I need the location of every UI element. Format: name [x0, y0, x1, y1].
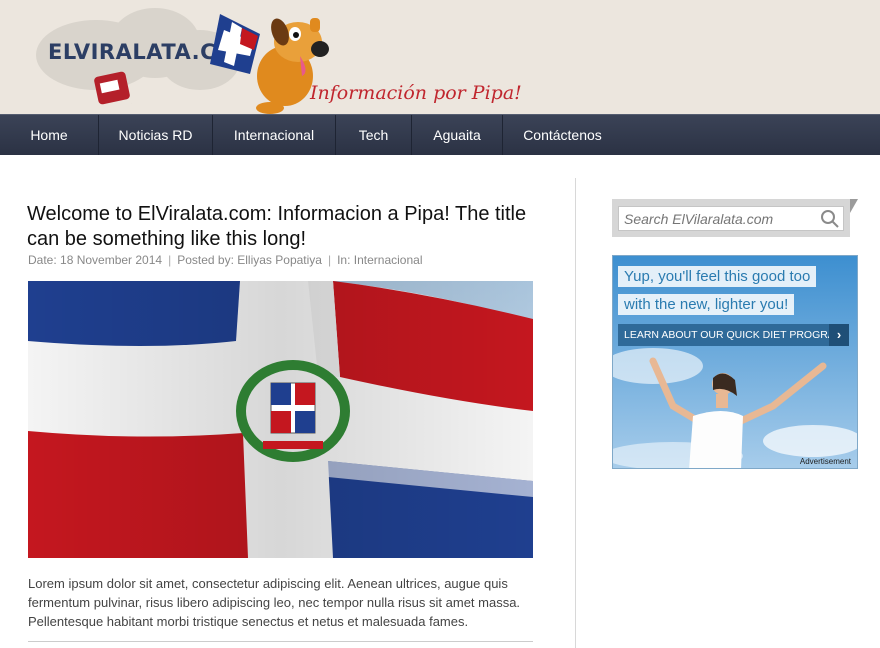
ad-label: Advertisement — [799, 457, 851, 466]
column-divider — [575, 178, 576, 648]
advertisement-banner[interactable]: Yup, you'll feel this good too with the … — [612, 255, 858, 469]
meta-separator: | — [168, 253, 172, 267]
can-icon — [94, 71, 132, 105]
post-excerpt: Lorem ipsum dolor sit amet, consectetur … — [28, 576, 521, 629]
post-date: Date: 18 November 2014 — [28, 253, 163, 267]
post-title[interactable]: Welcome to ElViralata.com: Informacion a… — [27, 202, 527, 252]
chevron-right-icon: › — [829, 324, 849, 346]
site-tagline: Información por Pipa! — [310, 82, 522, 104]
ad-image — [613, 256, 857, 468]
flag-graphic — [28, 281, 533, 558]
post-meta: Date: 18 November 2014 | Posted by: Elliya… — [28, 253, 422, 267]
meta-separator: | — [327, 253, 332, 267]
ad-cta-button[interactable]: LEARN ABOUT OUR QUICK DIET PROGRAM › — [618, 324, 849, 346]
nav-item-tech[interactable]: Tech — [336, 115, 412, 155]
flag-image[interactable] — [28, 281, 533, 558]
ad-headline-2: with the new, lighter you! — [618, 294, 795, 315]
ad-cta-label: LEARN ABOUT OUR QUICK DIET PROGRAM — [624, 329, 844, 341]
nav-item-aguaita[interactable]: Aguaita — [412, 115, 503, 155]
main-nav: Home Noticias RD Internacional Tech Agua… — [0, 114, 880, 155]
site-header: ELVIRALATA.COM Información por Pipa! — [0, 0, 880, 114]
nav-item-internacional[interactable]: Internacional — [213, 115, 336, 155]
search-box-fold — [850, 199, 858, 213]
post-divider — [28, 641, 533, 642]
search-input[interactable] — [618, 206, 844, 231]
nav-item-contactenos[interactable]: Contáctenos — [503, 115, 622, 155]
nav-item-noticias-rd[interactable]: Noticias RD — [99, 115, 213, 155]
post-author[interactable]: Posted by: Elliyas Popatiya — [177, 253, 322, 267]
ad-headline-1: Yup, you'll feel this good too — [618, 266, 817, 287]
search-icon[interactable] — [820, 209, 840, 229]
nav-item-home[interactable]: Home — [0, 115, 99, 155]
post-category[interactable]: In: Internacional — [337, 253, 422, 267]
